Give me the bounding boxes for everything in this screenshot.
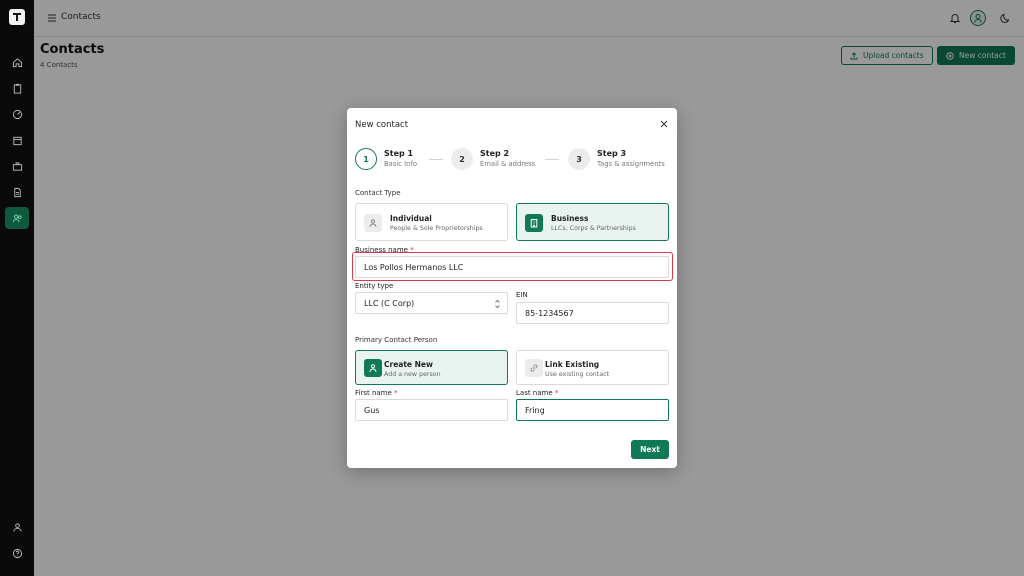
home-icon[interactable]: [5, 51, 29, 73]
step-2-label: Step 2: [480, 149, 510, 158]
next-button[interactable]: Next: [631, 440, 669, 459]
create-new-title: Create New: [384, 360, 433, 369]
entity-type-label: Entity type: [355, 282, 394, 290]
ein-value: 85-1234567: [525, 308, 574, 318]
ein-input[interactable]: 85-1234567: [516, 302, 669, 324]
app-logo[interactable]: [9, 9, 25, 25]
dialog-title: New contact: [355, 120, 409, 130]
step-1-sub: Basic Info: [384, 160, 418, 168]
individual-title: Individual: [390, 214, 432, 223]
link-existing-title: Link Existing: [545, 360, 600, 369]
sidebar-rail: [0, 0, 34, 576]
step-2-indicator: 2: [451, 148, 473, 170]
ein-label: EIN: [516, 291, 528, 299]
last-name-label: Last name *: [516, 389, 558, 397]
last-name-value: Fring: [525, 405, 545, 415]
help-icon[interactable]: [5, 542, 29, 564]
document-icon[interactable]: [5, 181, 29, 203]
close-icon[interactable]: [659, 119, 669, 129]
step-1-label: Step 1: [384, 149, 414, 158]
step-3-sub: Tags & assignments: [597, 160, 665, 168]
first-name-label-text: First name: [355, 389, 392, 397]
step-connector: [545, 159, 559, 160]
person-icon: [364, 214, 382, 232]
link-existing-option[interactable]: Link Existing Use existing contact: [516, 350, 669, 385]
first-name-input[interactable]: Gus: [355, 399, 508, 421]
first-name-value: Gus: [364, 405, 380, 415]
last-name-label-text: Last name: [516, 389, 553, 397]
step-2-sub: Email & address: [480, 160, 536, 168]
step-3-label: Step 3: [597, 149, 627, 158]
user-icon[interactable]: [5, 516, 29, 538]
link-existing-sub: Use existing contact: [545, 371, 610, 378]
primary-contact-label: Primary Contact Person: [355, 336, 438, 344]
business-sub: LLCs, Corps & Partnerships: [551, 225, 636, 232]
create-new-sub: Add a new person: [384, 371, 441, 378]
gauge-icon[interactable]: [5, 103, 29, 125]
step-1-indicator: 1: [355, 148, 377, 170]
new-contact-dialog: New contact 1 Step 1 Basic Info 2 Step 2…: [347, 108, 677, 468]
business-option[interactable]: Business LLCs, Corps & Partnerships: [516, 203, 669, 241]
select-arrows-icon: [495, 299, 500, 309]
calendar-icon[interactable]: [5, 129, 29, 151]
business-title: Business: [551, 214, 589, 223]
individual-option[interactable]: Individual People & Sole Proprietorships: [355, 203, 508, 241]
briefcase-icon[interactable]: [5, 155, 29, 177]
first-name-label: First name *: [355, 389, 398, 397]
entity-type-select[interactable]: LLC (C Corp): [355, 292, 508, 314]
required-marker: *: [554, 389, 559, 397]
step-connector: [429, 159, 443, 160]
contacts-icon[interactable]: [5, 207, 29, 229]
building-icon: [525, 214, 543, 232]
step-3-indicator: 3: [568, 148, 590, 170]
individual-sub: People & Sole Proprietorships: [390, 225, 483, 232]
last-name-input[interactable]: Fring: [516, 399, 669, 421]
create-new-option[interactable]: Create New Add a new person: [355, 350, 508, 385]
contact-type-label: Contact Type: [355, 189, 401, 197]
field-highlight: [352, 252, 673, 281]
clipboard-icon[interactable]: [5, 77, 29, 99]
required-marker: *: [394, 389, 398, 397]
person-icon: [364, 359, 382, 377]
entity-type-value: LLC (C Corp): [364, 298, 415, 308]
link-icon: [525, 359, 543, 377]
